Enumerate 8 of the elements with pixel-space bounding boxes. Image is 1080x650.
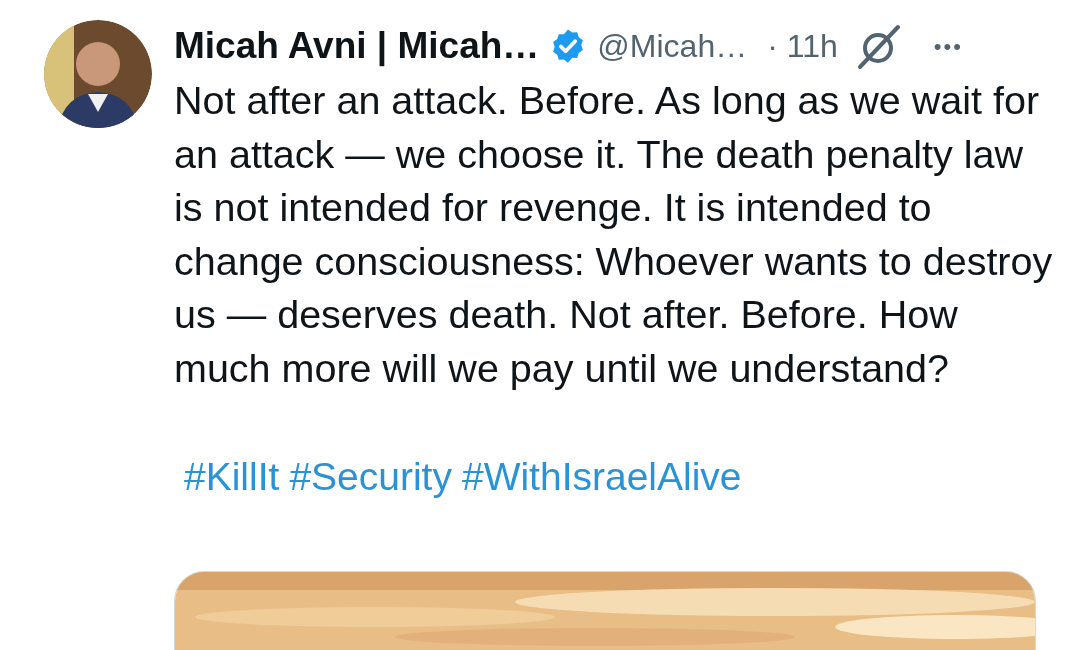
author-name[interactable]: Micah Avni | Micah… — [174, 18, 540, 74]
hashtag-link[interactable]: #WithIsraelAlive — [461, 448, 742, 507]
post-text: Not after an attack. Before. As long as we wait for an attack — we choose it. The death penalty law is not intended for revenge. It is intended to change consciousness: Whoever wants to destroy us — deserves death. Not after. Before. How much more will we pay until we understand? — [174, 77, 1054, 392]
author-handle[interactable]: @Micah… — [597, 22, 748, 70]
hashtag-link[interactable]: #Security — [289, 448, 452, 507]
post-time[interactable]: · 11h — [767, 22, 838, 70]
more-options[interactable]: ••• — [933, 29, 963, 63]
hashtag-link[interactable]: #KillIt — [184, 448, 280, 507]
